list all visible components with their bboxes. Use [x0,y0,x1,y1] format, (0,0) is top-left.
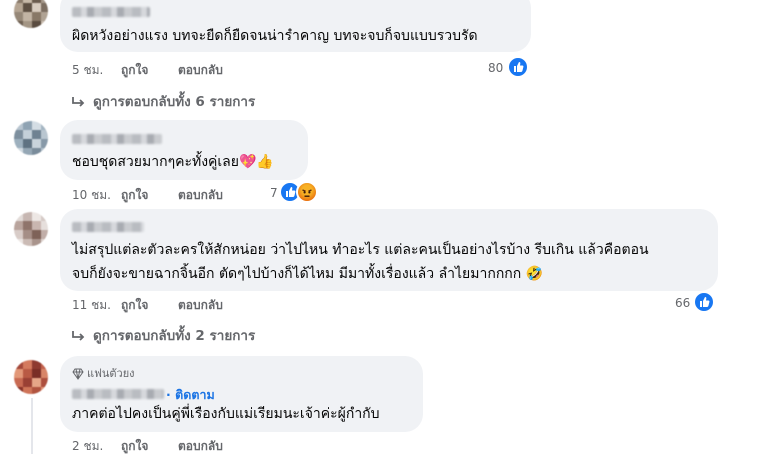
comment-time[interactable]: 11 ชม. [72,296,111,315]
commenter-name[interactable] [72,7,150,17]
avatar[interactable] [14,121,48,155]
reply-arrow-icon [72,327,85,341]
comment-text: ภาคต่อไปคงเป็นคู่พี่เรืองกับแม่เรียมนะเจ… [72,406,380,422]
comment-text: ชอบชุดสวยมากๆคะทั้งคู่เลย💖👍 [72,154,274,170]
reply-button[interactable]: ตอบกลับ [178,61,223,80]
avatar[interactable] [14,212,48,246]
angry-reaction-icon[interactable] [296,181,318,203]
view-replies-link[interactable]: ดูการตอบกลับทั้ง 6 รายการ [93,90,255,112]
comment-text-line-1: ไม่สรุปแต่ละตัวละครให้สักหน่อย ว่าไปไหน … [72,242,649,258]
like-button[interactable]: ถูกใจ [121,61,148,80]
like-reaction-icon[interactable] [693,291,715,313]
like-button[interactable]: ถูกใจ [121,186,148,205]
comment-text: ผิดหวังอย่างแรง บทจะยืดก็ยืดจนน่ารำคาญ บ… [72,28,478,44]
reaction-count[interactable]: 66 [675,296,690,310]
reply-arrow-icon [72,93,85,107]
commenter-name[interactable] [72,134,162,144]
reply-button[interactable]: ตอบกลับ [178,186,223,205]
thread-line [31,398,33,454]
like-button[interactable]: ถูกใจ [121,296,148,315]
comment-text-line-2: จบก็ยังจะขายฉากจิ้นอีก ตัดๆไปบ้างก็ได้ไห… [72,266,544,282]
comment-time[interactable]: 5 ชม. [72,61,103,80]
like-reaction-icon[interactable] [507,56,529,78]
reaction-count[interactable]: 7 [270,186,278,200]
reply-button[interactable]: ตอบกลับ [178,437,223,456]
commenter-name[interactable] [72,222,144,232]
reaction-count[interactable]: 80 [488,61,503,75]
view-replies-link[interactable]: ดูการตอบกลับทั้ง 2 รายการ [93,324,255,346]
diamond-badge-icon [72,365,84,380]
commenter-name[interactable] [72,389,164,399]
top-fan-badge: แฟนตัวยง [87,367,135,380]
avatar[interactable] [14,0,48,28]
comment-time[interactable]: 2 ชม. [72,437,103,456]
reply-button[interactable]: ตอบกลับ [178,296,223,315]
avatar[interactable] [14,360,48,394]
like-button[interactable]: ถูกใจ [121,437,148,456]
comment-time[interactable]: 10 ชม. [72,186,111,205]
